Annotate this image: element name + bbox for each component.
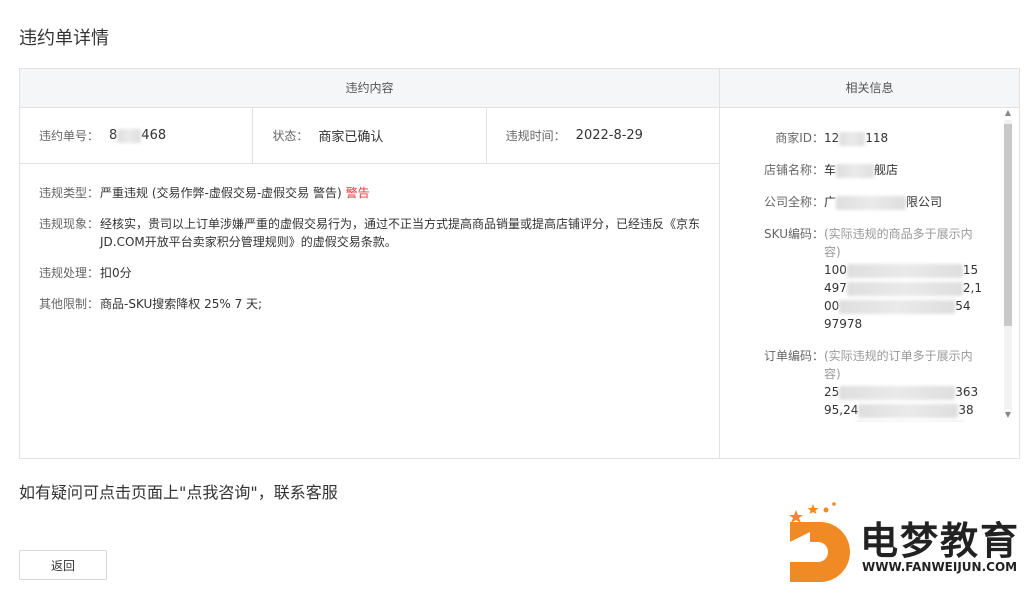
violation-phenomenon-label: 违规现象： (39, 217, 100, 231)
company-name-label: 公司全称： (763, 195, 824, 209)
sku-code-row: SKU编码： (实际违规的商品多于展示内容) 100 15 497 2,1 00 54… (740, 225, 1019, 333)
logo-d-icon (789, 502, 850, 582)
related-info-header: 相关信息 (720, 69, 1019, 108)
merchant-id-label: 商家ID： (775, 131, 824, 145)
merchant-id-row: 商家ID： 12 118 (740, 129, 1019, 147)
order-code-label: 订单编码： (763, 349, 824, 363)
warning-tag: 警告 (345, 186, 370, 200)
other-restriction-value: 商品-SKU搜索降权 25% 7 天; (100, 297, 263, 311)
violation-phenomenon-row: 违规现象： 经核实，贵司以上订单涉嫌严重的虚假交易行为，通过不正当方式提高商品销… (39, 215, 719, 251)
company-name-value: 广限公司 (824, 195, 943, 210)
summary-row: 违约单号： 8 468 状态： 商家已确认 违规时间： 2022-8-29 (20, 108, 719, 164)
order-code-value: (实际违规的订单多于展示内容) 25363 95,2438 13249 (824, 347, 984, 422)
related-info-section: 相关信息 商家ID： 12 118 店铺名称： 车舰店 公司全称： 广限公司 SK… (720, 69, 1019, 458)
violation-type-value: 严重违规 (交易作弊-虚假交易-虚假交易 警告) (100, 186, 342, 200)
order-number-cell: 违约单号： 8 468 (20, 108, 254, 163)
merchant-id-value: 12 118 (824, 131, 889, 146)
violation-handling-row: 违规处理： 扣0分 (39, 264, 719, 282)
sku-code-label: SKU编码： (764, 227, 824, 241)
logo-url: WWW.FANWEIJUN.COM (862, 560, 1018, 574)
store-name-value: 车舰店 (824, 163, 899, 178)
sku-note: (实际违规的商品多于展示内容) (824, 227, 973, 259)
help-text: 如有疑问可点击页面上"点我咨询"，联系客服 (19, 483, 338, 502)
status-label: 状态： (272, 129, 309, 143)
info-scrollbar[interactable]: ▲ ▼ (1002, 108, 1014, 424)
scroll-up-arrow-icon[interactable]: ▲ (1002, 108, 1014, 118)
page-title: 违约单详情 (19, 28, 109, 49)
store-name-row: 店铺名称： 车舰店 (740, 161, 1019, 179)
scroll-down-arrow-icon[interactable]: ▼ (1002, 410, 1014, 420)
violation-time-cell: 违规时间： 2022-8-29 (487, 108, 719, 163)
company-name-row: 公司全称： 广限公司 (740, 193, 1019, 211)
violation-type-row: 违规类型： 严重违规 (交易作弊-虚假交易-虚假交易 警告) 警告 (39, 184, 719, 202)
order-note: (实际违规的订单多于展示内容) (824, 349, 973, 381)
scroll-thumb[interactable] (1004, 124, 1012, 326)
related-info-scroll-area[interactable]: 商家ID： 12 118 店铺名称： 车舰店 公司全称： 广限公司 SKU编码： … (720, 108, 1019, 422)
status-cell: 状态： 商家已确认 (253, 108, 487, 163)
violation-time-label: 违规时间： (505, 129, 566, 143)
order-number-value: 8 468 (109, 128, 167, 143)
status-value: 商家已确认 (318, 130, 384, 145)
violation-type-label: 违规类型： (39, 186, 100, 200)
violation-content-section: 违约内容 违约单号： 8 468 状态： 商家已确认 违规时间： 2022-8-2… (20, 69, 720, 458)
brand-logo: 电梦教育 WWW.FANWEIJUN.COM (782, 500, 1027, 590)
order-code-row: 订单编码： (实际违规的订单多于展示内容) 25363 95,2438 1324… (740, 347, 1019, 422)
violation-panel: 违约内容 违约单号： 8 468 状态： 商家已确认 违规时间： 2022-8-2… (19, 68, 1020, 459)
violation-details: 违规类型： 严重违规 (交易作弊-虚假交易-虚假交易 警告) 警告 违规现象： 经… (20, 164, 719, 313)
sku-code-value: (实际违规的商品多于展示内容) 100 15 497 2,1 00 54 97978 (824, 227, 982, 331)
violation-phenomenon-value: 经核实，贵司以上订单涉嫌严重的虚假交易行为，通过不正当方式提高商品销量或提高店铺… (100, 217, 701, 249)
store-name-label: 店铺名称： (763, 163, 824, 177)
violation-content-header: 违约内容 (20, 69, 719, 108)
other-restriction-row: 其他限制： 商品-SKU搜索降权 25% 7 天; (39, 295, 719, 313)
order-number-label: 违约单号： (39, 129, 100, 143)
violation-time-value: 2022-8-29 (575, 128, 643, 143)
violation-handling-label: 违规处理： (39, 266, 100, 280)
back-button[interactable]: 返回 (19, 550, 107, 580)
violation-handling-value: 扣0分 (100, 266, 132, 280)
logo-name: 电梦教育 (860, 519, 1021, 563)
other-restriction-label: 其他限制： (39, 297, 100, 311)
